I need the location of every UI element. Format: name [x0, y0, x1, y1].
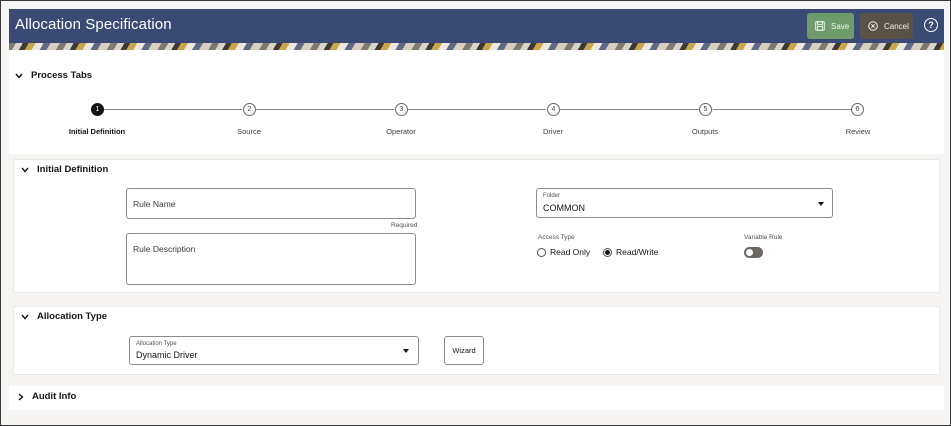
folder-value: COMMON — [543, 203, 585, 213]
step-5-label[interactable]: Outputs — [692, 127, 718, 136]
step-4-indicator[interactable]: 4 — [547, 103, 560, 116]
page-title: Allocation Specification — [15, 16, 172, 33]
decorative-banner — [9, 43, 944, 50]
step-connector — [713, 109, 851, 110]
step-5-indicator[interactable]: 5 — [699, 103, 712, 116]
access-read-only-label: Read Only — [550, 247, 591, 257]
radio-unchecked-icon — [537, 247, 546, 257]
step-2-indicator[interactable]: 2 — [243, 103, 256, 116]
rule-name-input[interactable]: Rule Name — [126, 188, 416, 219]
allocation-type-select[interactable]: Allocation Type Dynamic Driver — [129, 336, 419, 365]
step-6-label[interactable]: Review — [846, 127, 871, 136]
rule-name-required-hint: Required — [391, 222, 418, 229]
access-read-write-label: Read/Write — [616, 247, 659, 257]
allocation-type-label: Allocation Type — [136, 341, 177, 347]
cancel-button-label: Cancel — [884, 21, 909, 31]
cancel-icon — [868, 21, 878, 31]
rule-description-placeholder: Rule Description — [133, 244, 196, 254]
chevron-right-icon — [18, 392, 24, 401]
folder-select[interactable]: Folder COMMON — [536, 188, 833, 218]
wizard-button[interactable]: Wizard — [444, 336, 484, 365]
variable-rule-label: Variable Rule — [744, 234, 783, 241]
audit-info-header[interactable]: Audit Info — [18, 391, 76, 402]
step-1-indicator[interactable]: 1 — [91, 103, 104, 116]
allocation-type-value: Dynamic Driver — [136, 350, 198, 360]
step-connector — [408, 109, 546, 110]
step-4-label[interactable]: Driver — [543, 127, 563, 136]
access-read-only-radio[interactable]: Read Only — [537, 247, 590, 257]
process-tabs-panel — [9, 50, 944, 154]
step-3-label[interactable]: Operator — [386, 127, 416, 136]
rule-name-placeholder: Rule Name — [133, 199, 176, 209]
allocation-type-header[interactable]: Allocation Type — [21, 311, 107, 322]
step-connector — [560, 109, 699, 110]
chevron-down-icon — [21, 314, 29, 320]
step-3-indicator[interactable]: 3 — [395, 103, 408, 116]
access-type-label: Access Type — [538, 234, 575, 241]
page-header: Allocation Specification Save Cancel ? — [9, 9, 944, 43]
process-tabs-header[interactable]: Process Tabs — [15, 70, 92, 81]
cancel-button[interactable]: Cancel — [860, 13, 913, 39]
chevron-down-icon — [15, 73, 23, 79]
dropdown-caret-icon — [403, 349, 409, 353]
process-tabs-title: Process Tabs — [31, 70, 93, 81]
save-icon — [815, 21, 825, 31]
toggle-knob — [746, 249, 753, 256]
step-6-indicator[interactable]: 6 — [851, 103, 864, 116]
help-icon[interactable]: ? — [924, 18, 938, 32]
initial-definition-title: Initial Definition — [37, 164, 109, 175]
folder-label: Folder — [543, 193, 561, 199]
variable-rule-toggle[interactable] — [744, 247, 763, 258]
chevron-down-icon — [21, 167, 29, 173]
audit-info-panel — [9, 386, 944, 410]
save-button[interactable]: Save — [807, 13, 854, 39]
rule-description-textarea[interactable]: Rule Description — [126, 233, 416, 285]
initial-definition-header[interactable]: Initial Definition — [21, 164, 108, 175]
access-read-write-radio[interactable]: Read/Write — [603, 247, 658, 257]
radio-checked-icon — [603, 247, 612, 257]
dropdown-caret-icon — [818, 202, 824, 206]
step-2-label[interactable]: Source — [237, 127, 261, 136]
step-connector — [104, 109, 242, 110]
step-connector — [256, 109, 394, 110]
save-button-label: Save — [831, 21, 850, 31]
audit-info-title: Audit Info — [32, 391, 77, 402]
app-frame: Allocation Specification Save Cancel ? P… — [0, 0, 951, 426]
allocation-type-title: Allocation Type — [37, 311, 108, 322]
step-1-label[interactable]: Initial Definition — [69, 127, 125, 136]
